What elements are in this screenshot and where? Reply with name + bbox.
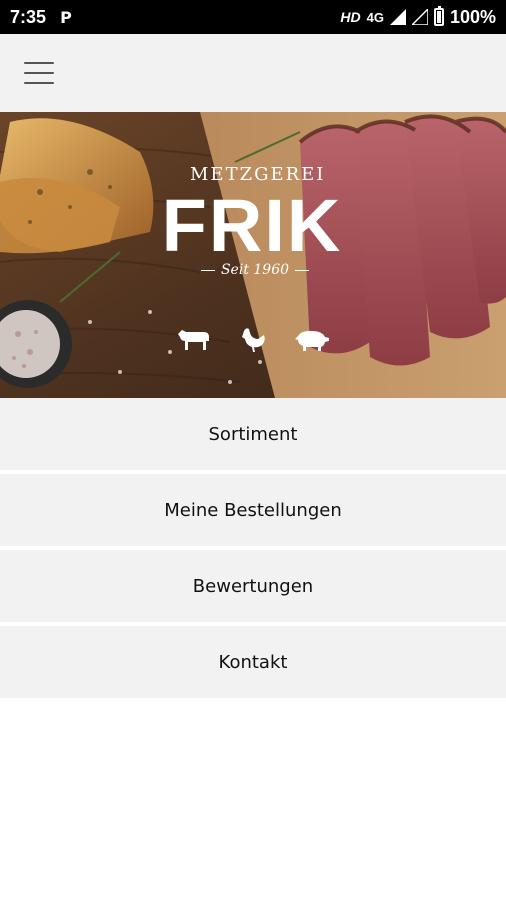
hd-indicator: HD — [340, 9, 361, 25]
hamburger-menu-icon[interactable] — [24, 62, 54, 84]
parking-notification-icon: P — [60, 7, 72, 27]
status-time: 7:35 — [10, 6, 47, 27]
status-bar: 7:35 P HD 4G 100% — [0, 0, 506, 34]
menu-item-kontakt[interactable]: Kontakt — [0, 626, 506, 698]
battery-icon — [433, 6, 444, 26]
brand-since: Seit 1960 — [170, 262, 340, 278]
network-type: 4G — [366, 9, 384, 25]
chicken-icon — [242, 328, 265, 352]
menu-line — [24, 62, 54, 64]
menu-item-sortiment[interactable]: Sortiment — [0, 398, 506, 470]
brand-subtitle: METZGEREI — [190, 164, 326, 185]
battery-percent: 100% — [449, 6, 496, 27]
menu-line — [24, 72, 54, 74]
brand-overlay: METZGEREI FRIK Seit 1960 — [0, 112, 506, 398]
brand-logo-text: FRIK — [161, 184, 343, 267]
menu-item-meine-bestellungen[interactable]: Meine Bestellungen — [0, 474, 506, 546]
menu-item-bewertungen[interactable]: Bewertungen — [0, 550, 506, 622]
menu-line — [24, 82, 54, 84]
pig-icon — [295, 330, 329, 351]
cow-icon — [178, 330, 209, 350]
signal-icon — [389, 9, 406, 25]
main-menu: Sortiment Meine Bestellungen Bewertungen… — [0, 398, 506, 702]
wifi-off-icon — [411, 9, 428, 25]
app-bar — [0, 34, 506, 112]
status-indicators: HD 4G 100% — [340, 6, 496, 28]
